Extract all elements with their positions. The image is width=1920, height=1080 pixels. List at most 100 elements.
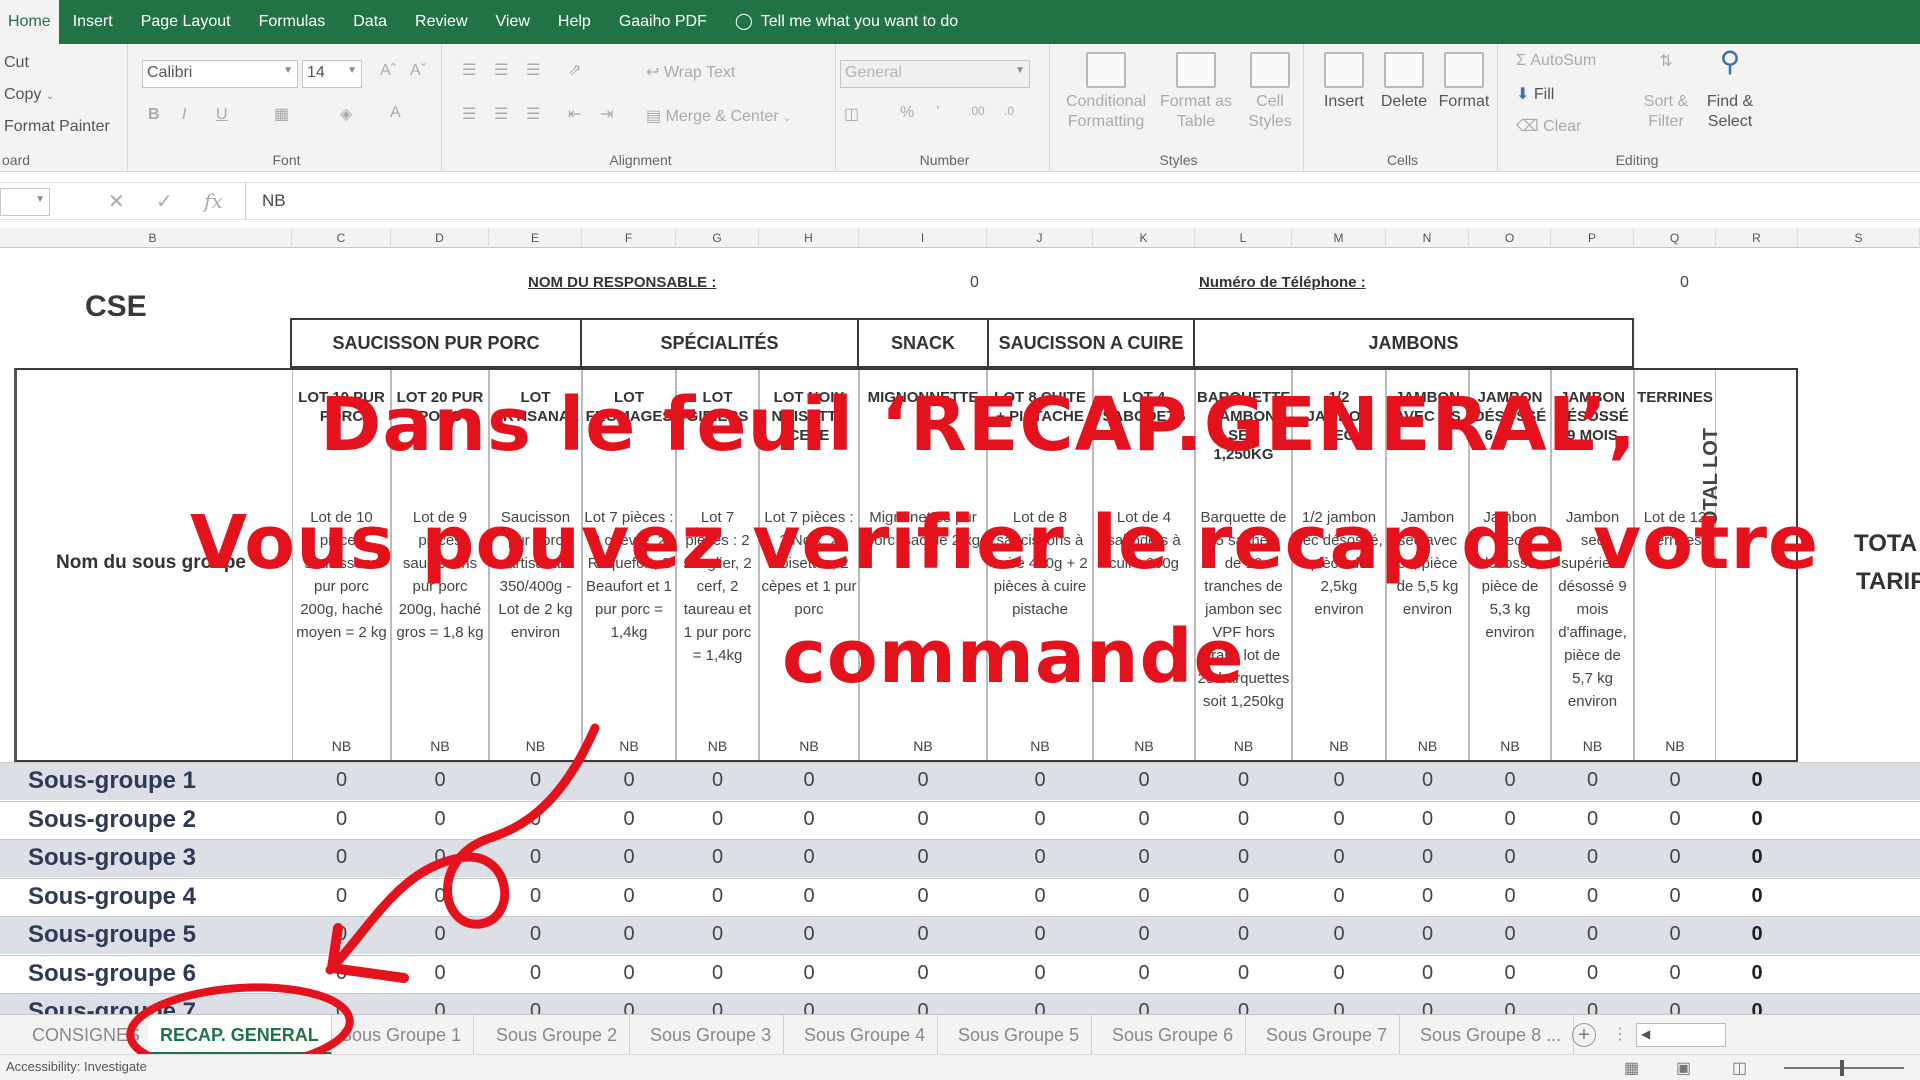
quantity-cell[interactable]: 0	[676, 962, 759, 985]
align-center-icon[interactable]: ☰	[494, 104, 508, 124]
quantity-cell[interactable]: 0	[582, 923, 676, 946]
quantity-cell[interactable]: 0	[1469, 769, 1551, 792]
cancel-icon[interactable]: ✕	[108, 189, 125, 214]
font-name-select[interactable]: Calibri ▼	[142, 60, 298, 88]
quantity-cell[interactable]: 0	[1469, 885, 1551, 908]
quantity-cell[interactable]: 0	[1093, 1000, 1195, 1014]
shrink-font-icon[interactable]: Aˇ	[410, 62, 426, 80]
tab-formulas[interactable]: Formulas	[245, 0, 340, 44]
total-lot-cell[interactable]: 0	[1716, 962, 1798, 985]
tab-view[interactable]: View	[482, 0, 544, 44]
quantity-cell[interactable]: 0	[582, 1000, 676, 1014]
quantity-cell[interactable]: 0	[1551, 885, 1634, 908]
page-break-view-icon[interactable]: ◫	[1732, 1058, 1747, 1078]
quantity-cell[interactable]: 0	[1292, 962, 1386, 985]
align-bottom-icon[interactable]: ☰	[526, 60, 540, 80]
quantity-cell[interactable]: 0	[1386, 885, 1469, 908]
quantity-cell[interactable]: 0	[391, 769, 489, 792]
quantity-cell[interactable]: 0	[1551, 846, 1634, 869]
column-header[interactable]: G	[676, 228, 759, 248]
sheet-tab[interactable]: Sous Groupe 7	[1254, 1015, 1401, 1055]
quantity-cell[interactable]: 0	[859, 962, 987, 985]
quantity-cell[interactable]: 0	[582, 885, 676, 908]
merge-center-button[interactable]: ▤ Merge & Center ⌄	[646, 106, 791, 126]
quantity-cell[interactable]: 0	[987, 769, 1093, 792]
subgroup-name[interactable]: Sous-groupe 1	[28, 767, 196, 795]
quantity-cell[interactable]: 0	[1195, 885, 1292, 908]
quantity-cell[interactable]: 0	[1292, 923, 1386, 946]
borders-icon[interactable]: ▦	[274, 104, 289, 124]
format-cells-button[interactable]: Format	[1434, 52, 1494, 112]
quantity-cell[interactable]: 0	[1093, 885, 1195, 908]
quantity-cell[interactable]: 0	[859, 769, 987, 792]
quantity-cell[interactable]: 0	[1634, 962, 1716, 985]
grow-font-icon[interactable]: Aˆ	[380, 62, 396, 80]
quantity-cell[interactable]: 0	[1386, 1000, 1469, 1014]
quantity-cell[interactable]: 0	[1386, 808, 1469, 831]
quantity-cell[interactable]: 0	[1634, 1000, 1716, 1014]
quantity-cell[interactable]: 0	[1634, 808, 1716, 831]
quantity-cell[interactable]: 0	[1634, 846, 1716, 869]
quantity-cell[interactable]: 0	[582, 962, 676, 985]
quantity-cell[interactable]: 0	[1093, 769, 1195, 792]
quantity-cell[interactable]: 0	[1195, 846, 1292, 869]
column-header[interactable]: E	[489, 228, 582, 248]
sheet-tab[interactable]: Sous Groupe 4	[792, 1015, 939, 1055]
autosum-button[interactable]: Σ AutoSum	[1516, 52, 1596, 70]
align-top-icon[interactable]: ☰	[462, 60, 476, 80]
column-header[interactable]: J	[987, 228, 1093, 248]
quantity-cell[interactable]: 0	[1292, 885, 1386, 908]
quantity-cell[interactable]: 0	[1093, 846, 1195, 869]
delete-cells-button[interactable]: Delete	[1376, 52, 1432, 112]
column-header[interactable]: M	[1292, 228, 1386, 248]
quantity-cell[interactable]: 0	[759, 846, 859, 869]
subgroup-name[interactable]: Sous-groupe 3	[28, 844, 196, 872]
quantity-cell[interactable]: 0	[1292, 1000, 1386, 1014]
quantity-cell[interactable]: 0	[1469, 1000, 1551, 1014]
quantity-cell[interactable]: 0	[676, 923, 759, 946]
horizontal-scrollbar[interactable]: ◀	[1636, 1023, 1726, 1047]
quantity-cell[interactable]: 0	[1634, 923, 1716, 946]
quantity-cell[interactable]: 0	[759, 808, 859, 831]
find-select-button[interactable]: ⚲ Find & Select	[1698, 48, 1762, 132]
conditional-formatting-button[interactable]: Conditional Formatting	[1058, 52, 1154, 132]
quantity-cell[interactable]: 0	[1386, 846, 1469, 869]
quantity-cell[interactable]: 0	[1469, 962, 1551, 985]
increase-indent-icon[interactable]: ⇥	[600, 104, 613, 124]
align-left-icon[interactable]: ☰	[462, 104, 476, 124]
tab-data[interactable]: Data	[339, 0, 401, 44]
quantity-cell[interactable]: 0	[582, 769, 676, 792]
scroll-left-icon[interactable]: ◀	[1641, 1027, 1650, 1041]
quantity-cell[interactable]: 0	[1292, 769, 1386, 792]
quantity-cell[interactable]: 0	[1386, 962, 1469, 985]
font-size-select[interactable]: 14 ▼	[302, 60, 362, 88]
sheet-tab[interactable]: RECAP. GENERAL	[148, 1015, 332, 1055]
total-lot-cell[interactable]: 0	[1716, 923, 1798, 946]
tab-gaaiho-pdf[interactable]: Gaaiho PDF	[605, 0, 721, 44]
sheet-tab[interactable]: Sous Groupe 8 ...	[1408, 1015, 1575, 1055]
quantity-cell[interactable]: 0	[489, 1000, 582, 1014]
column-header[interactable]: K	[1093, 228, 1195, 248]
quantity-cell[interactable]: 0	[489, 846, 582, 869]
quantity-cell[interactable]: 0	[987, 846, 1093, 869]
subgroup-name[interactable]: Sous-groupe 4	[28, 883, 196, 911]
column-header[interactable]: I	[859, 228, 987, 248]
quantity-cell[interactable]: 0	[489, 923, 582, 946]
subgroup-name[interactable]: Sous-groupe 2	[28, 806, 196, 834]
total-lot-cell[interactable]: 0	[1716, 808, 1798, 831]
accessibility-status[interactable]: Accessibility: Investigate	[6, 1059, 147, 1074]
quantity-cell[interactable]: 0	[676, 1000, 759, 1014]
sheet-tab[interactable]: Sous Groupe 5	[946, 1015, 1093, 1055]
format-painter-button[interactable]: Format Painter	[4, 118, 110, 136]
name-box[interactable]: ▼	[0, 188, 50, 216]
cell-styles-button[interactable]: Cell Styles	[1240, 52, 1300, 132]
quantity-cell[interactable]: 0	[391, 923, 489, 946]
quantity-cell[interactable]: 0	[1386, 769, 1469, 792]
responsable-value[interactable]: 0	[970, 274, 979, 292]
quantity-cell[interactable]: 0	[676, 808, 759, 831]
italic-icon[interactable]: I	[182, 106, 186, 124]
total-lot-cell[interactable]: 0	[1716, 1000, 1798, 1014]
column-header[interactable]: H	[759, 228, 859, 248]
quantity-cell[interactable]: 0	[987, 923, 1093, 946]
quantity-cell[interactable]: 0	[859, 923, 987, 946]
